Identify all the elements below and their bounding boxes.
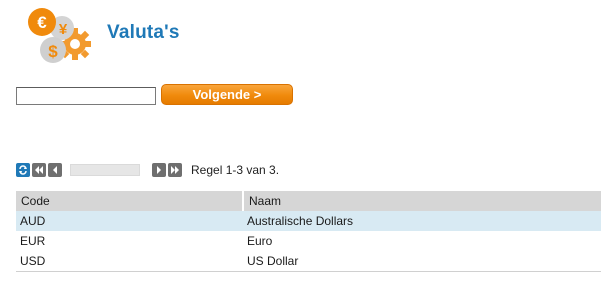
- search-input[interactable]: [16, 87, 156, 105]
- next-page-icon[interactable]: [152, 163, 166, 177]
- next-button[interactable]: Volgende >: [161, 84, 293, 105]
- currency-exchange-icon: € ¥ $: [20, 6, 94, 68]
- table-row[interactable]: USD US Dollar: [16, 251, 601, 272]
- cell-code: AUD: [16, 211, 243, 231]
- page-title: Valuta's: [107, 22, 180, 43]
- column-header-code[interactable]: Code: [16, 191, 244, 211]
- pager-info: Regel 1-3 van 3.: [191, 163, 280, 177]
- first-page-icon[interactable]: [32, 163, 46, 177]
- pager-slider[interactable]: [70, 164, 140, 176]
- prev-page-icon[interactable]: [48, 163, 62, 177]
- table-row[interactable]: AUD Australische Dollars: [16, 211, 601, 231]
- last-page-icon[interactable]: [168, 163, 182, 177]
- cell-name: Euro: [247, 234, 273, 248]
- column-header-name[interactable]: Naam: [243, 191, 601, 211]
- yen-symbol: ¥: [59, 21, 68, 38]
- currency-table: Code Naam AUD Australische Dollars EUR E…: [16, 191, 601, 272]
- cell-code: EUR: [20, 234, 46, 248]
- cell-name: US Dollar: [243, 251, 601, 272]
- cell-code: USD: [16, 251, 243, 272]
- refresh-icon[interactable]: [16, 163, 30, 177]
- dollar-symbol: $: [48, 42, 58, 61]
- table-row[interactable]: EUR Euro: [16, 231, 601, 251]
- euro-symbol: €: [37, 13, 47, 32]
- pager: Regel 1-3 van 3.: [16, 163, 279, 177]
- table-header-row: Code Naam: [16, 191, 601, 211]
- cell-name: Australische Dollars: [243, 211, 601, 231]
